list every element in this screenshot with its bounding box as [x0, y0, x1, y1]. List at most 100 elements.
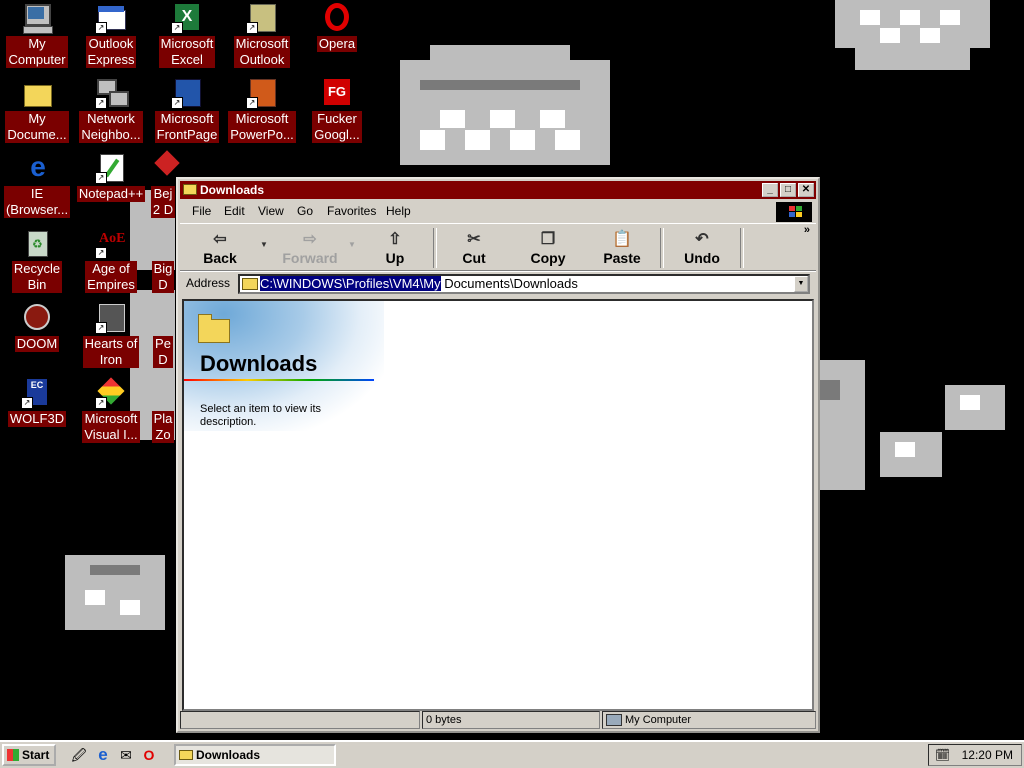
- desktop-icon-wolf3d[interactable]: EC ↗ WOLF3D: [0, 377, 74, 427]
- opera-icon[interactable]: O: [140, 746, 158, 764]
- desktop-icon-pe[interactable]: Pe D: [148, 302, 178, 368]
- taskbar: Start 🖉 e ✉ O Downloads 🗓 12:20 PM: [0, 740, 1024, 768]
- back-dropdown-arrow-icon[interactable]: ▼: [260, 240, 268, 249]
- desktop-icon-internet-explorer[interactable]: e IE (Browser...: [0, 152, 74, 218]
- menu-favorites[interactable]: Favorites: [327, 204, 376, 218]
- up-label: Up: [385, 250, 405, 266]
- desktop-icon-fucker-google[interactable]: FG Fucker Googl...: [300, 77, 374, 143]
- folder-content-pane[interactable]: Downloads Select an item to view its des…: [182, 299, 814, 711]
- forward-dropdown-arrow-icon[interactable]: ▼: [348, 240, 356, 249]
- desktop-icon-label: My Computer: [6, 36, 68, 68]
- desktop-icon-microsoft-excel[interactable]: X ↗ Microsoft Excel: [150, 2, 224, 68]
- desktop-icon-label: Notepad++: [76, 186, 146, 202]
- scissors-icon: ✂: [467, 231, 481, 248]
- toolbar-overflow-chevron-icon[interactable]: »: [804, 224, 810, 236]
- start-button[interactable]: Start: [2, 744, 56, 766]
- close-button[interactable]: ✕: [798, 183, 814, 197]
- address-unselected-text: Documents\Downloads: [440, 276, 578, 291]
- menu-file[interactable]: File: [192, 204, 211, 218]
- desktop-icon-doom[interactable]: DOOM: [0, 302, 74, 352]
- taskbar-button-label: Downloads: [196, 748, 261, 762]
- outlook-icon: ↗: [246, 2, 278, 34]
- desktop-icon-opera[interactable]: Opera: [300, 2, 374, 52]
- desktop-icon-recycle-bin[interactable]: ♻ Recycle Bin: [0, 227, 74, 293]
- scheduler-icon[interactable]: 🗓: [935, 748, 950, 762]
- large-folder-icon: [198, 314, 230, 343]
- shortcut-arrow-icon: ↗: [21, 397, 33, 409]
- folder-icon: [242, 278, 258, 290]
- desktop-icon-hearts-of-iron[interactable]: ↗ Hearts of Iron: [74, 302, 148, 368]
- internet-explorer-icon[interactable]: e: [94, 746, 112, 764]
- shortcut-arrow-icon: ↗: [171, 97, 183, 109]
- desktop-icon-notepad-plus-plus[interactable]: ↗ Notepad++: [74, 152, 148, 202]
- outlook-express-icon[interactable]: ✉: [117, 746, 135, 764]
- desktop-icon-label: Bej 2 D: [150, 186, 176, 218]
- taskbar-button-downloads[interactable]: Downloads: [174, 744, 336, 766]
- desktop-icon-outlook-express[interactable]: ↗ Outlook Express: [74, 2, 148, 68]
- documents-folder-icon: [21, 77, 53, 109]
- status-location: My Computer: [625, 714, 692, 726]
- folder-icon: [183, 184, 197, 195]
- explorer-window[interactable]: Downloads _ □ ✕ File Edit View Go Favori…: [176, 177, 820, 733]
- desktop-icon-microsoft-frontpage[interactable]: ↗ Microsoft FrontPage: [150, 77, 224, 143]
- desktop-icon-microsoft-powerpoint[interactable]: ↗ Microsoft PowerPo...: [225, 77, 299, 143]
- desktop-icon-microsoft-outlook[interactable]: ↗ Microsoft Outlook: [225, 2, 299, 68]
- shortcut-arrow-icon: ↗: [95, 397, 107, 409]
- desktop-icon-microsoft-visual-interdev[interactable]: ↗ Microsoft Visual I...: [74, 377, 148, 443]
- desktop-icon-my-documents[interactable]: My Docume...: [0, 77, 74, 143]
- back-button[interactable]: ⇦ Back: [188, 226, 252, 268]
- standard-toolbar: ⇦ Back ▼ ⇨ Forward ▼ ⇧ Up ✂ Cut ❐ Copy 📋…: [180, 223, 816, 271]
- up-folder-icon: ⇧: [388, 231, 402, 248]
- toolbar-separator: [740, 228, 744, 268]
- internet-explorer-icon: e: [30, 151, 46, 182]
- desktop-icon-play-zone[interactable]: Pla Zo: [148, 377, 178, 443]
- shortcut-arrow-icon: ↗: [95, 247, 107, 259]
- copy-button[interactable]: ❐ Copy: [516, 226, 580, 268]
- menu-go[interactable]: Go: [297, 204, 313, 218]
- title-underline-divider: [184, 379, 374, 381]
- desktop-icon-label: Network Neighbo...: [79, 111, 143, 143]
- maximize-button[interactable]: □: [780, 183, 796, 197]
- cut-button[interactable]: ✂ Cut: [442, 226, 506, 268]
- address-dropdown-arrow-icon[interactable]: ▼: [794, 276, 808, 292]
- menu-view[interactable]: View: [258, 204, 284, 218]
- window-titlebar[interactable]: Downloads _ □ ✕: [180, 181, 816, 199]
- frontpage-icon: ↗: [171, 77, 203, 109]
- desktop-icon-label: Pla Zo: [151, 411, 175, 443]
- folder-description: Select an item to view its description.: [200, 403, 322, 428]
- forward-button[interactable]: ⇨ Forward: [274, 226, 346, 268]
- copy-icon: ❐: [540, 231, 556, 248]
- status-panel-zone: My Computer: [602, 711, 816, 729]
- address-label: Address: [186, 276, 231, 290]
- menu-help[interactable]: Help: [386, 204, 411, 218]
- address-input[interactable]: C:\WINDOWS\Profiles\VM4\My Documents\Dow…: [238, 274, 810, 294]
- minimize-button[interactable]: _: [762, 183, 778, 197]
- back-arrow-icon: ⇦: [213, 231, 227, 248]
- up-button[interactable]: ⇧ Up: [360, 226, 430, 268]
- toolbar-separator: [433, 228, 437, 268]
- clock[interactable]: 12:20 PM: [962, 748, 1013, 762]
- folder-title: Downloads: [200, 351, 318, 376]
- toolbar-separator: [660, 228, 664, 268]
- undo-button[interactable]: ↶ Undo: [670, 226, 734, 268]
- windows-logo-icon: [776, 202, 812, 222]
- desktop-icon-bejeweled[interactable]: Bej 2 D: [148, 150, 180, 218]
- shortcut-arrow-icon: ↗: [95, 322, 107, 334]
- menu-edit[interactable]: Edit: [224, 204, 245, 218]
- desktop-icon-network-neighborhood[interactable]: ↗ Network Neighbo...: [74, 77, 148, 143]
- desktop-icon-label: Fucker Googl...: [312, 111, 362, 143]
- desktop-icon-label: Microsoft PowerPo...: [228, 111, 296, 143]
- desktop-icon-my-computer[interactable]: My Computer: [0, 2, 74, 68]
- show-desktop-icon[interactable]: 🖉: [70, 746, 88, 764]
- shortcut-arrow-icon: ↗: [246, 22, 258, 34]
- paste-button[interactable]: 📋 Paste: [590, 226, 654, 268]
- back-label: Back: [203, 250, 237, 266]
- start-label: Start: [22, 748, 50, 762]
- desktop-icon-big[interactable]: Big D: [148, 227, 178, 293]
- visual-interdev-icon: ↗: [95, 377, 127, 409]
- window-title: Downloads: [200, 183, 265, 197]
- status-panel-size: 0 bytes: [422, 711, 600, 729]
- undo-icon: ↶: [695, 231, 709, 248]
- copy-label: Copy: [530, 250, 566, 266]
- desktop-icon-age-of-empires[interactable]: AoE ↗ Age of Empires: [74, 227, 148, 293]
